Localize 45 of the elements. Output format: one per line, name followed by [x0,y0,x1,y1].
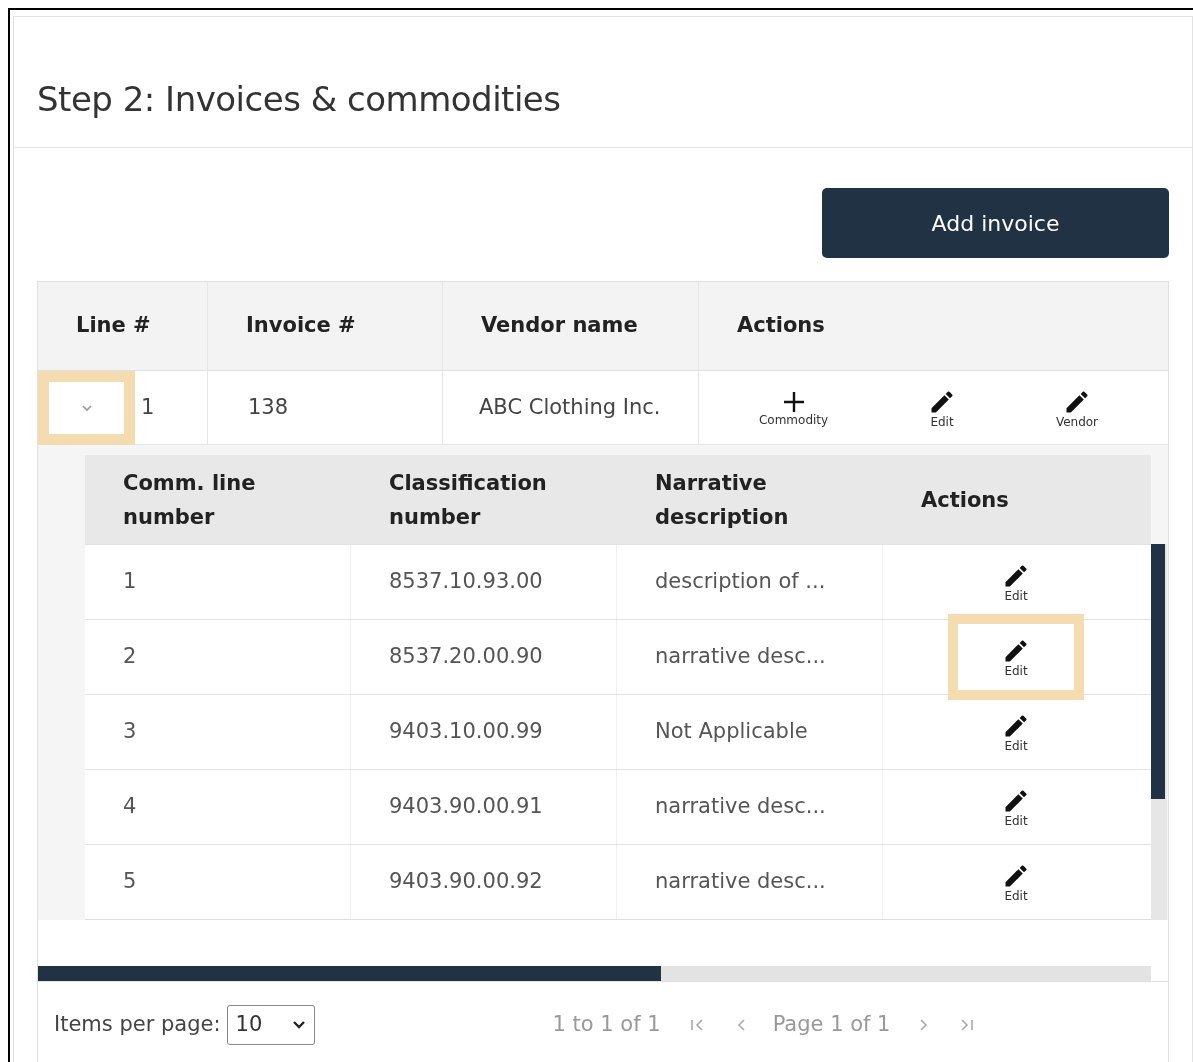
column-header: Classification number [389,469,548,531]
column-header: Actions [921,486,1009,514]
table-cell-text: 2 [123,643,137,671]
add-invoice-button[interactable]: Add invoice [822,188,1169,258]
table-cell-text: 138 [248,393,289,421]
table-cell-text: 5 [123,868,137,896]
table-cell-text: ABC Clothing Inc. [479,393,661,421]
range-text: 1 to 1 of 1 [552,1010,661,1038]
column-header: Narrative description [655,469,790,531]
column-header: Actions [737,312,825,340]
table-cell-text: Not Applicable [655,718,808,746]
column-header: Invoice # [246,312,356,340]
table-cell-text: 4 [123,793,137,821]
edit-button[interactable]: Vendor [1055,387,1099,428]
edit-button[interactable]: Edit [948,614,1084,700]
table-cell-text: 8537.10.93.00 [389,568,543,596]
column-header: Line # [76,312,151,340]
table-cell-text: narrative desc... [655,793,826,821]
edit-button[interactable]: Edit [928,387,956,428]
table-cell-text: 9403.90.00.92 [389,868,543,896]
page-title: Step 2: Invoices & commodities [37,78,561,121]
add-commodity-button[interactable]: Commodity [758,389,829,426]
plus-icon [781,389,806,414]
edit-button[interactable]: Edit [1002,712,1030,752]
edit-button[interactable]: Edit [1002,787,1030,827]
edit-button[interactable]: Edit [1002,862,1030,902]
chevron-icon [79,402,94,413]
caret-icon [291,1019,306,1030]
table-cell-text: 9403.10.00.99 [389,718,543,746]
horizontal-scrollbar[interactable] [38,966,1151,981]
items-per-page-label: Items per page: [54,1010,221,1038]
vertical-scrollbar[interactable] [1151,455,1167,920]
page-text: Page 1 of 1 [772,1010,891,1038]
edit-button[interactable]: Edit [1002,562,1030,602]
table-cell-text: narrative desc... [655,868,826,896]
table-cell-text: narrative desc... [655,643,826,671]
table-cell-text: 8537.20.00.90 [389,643,543,671]
column-header: Comm. line number [123,469,257,531]
table-cell-text: 9403.90.00.91 [389,793,543,821]
table-cell-text: 1 [123,568,137,596]
table-cell-text: description of ... [655,568,826,596]
table-cell-text: 1 [141,393,155,421]
items-per-page-select[interactable]: 10 [226,1004,315,1045]
table-cell-text: 3 [123,718,137,746]
column-header: Vendor name [481,312,638,340]
